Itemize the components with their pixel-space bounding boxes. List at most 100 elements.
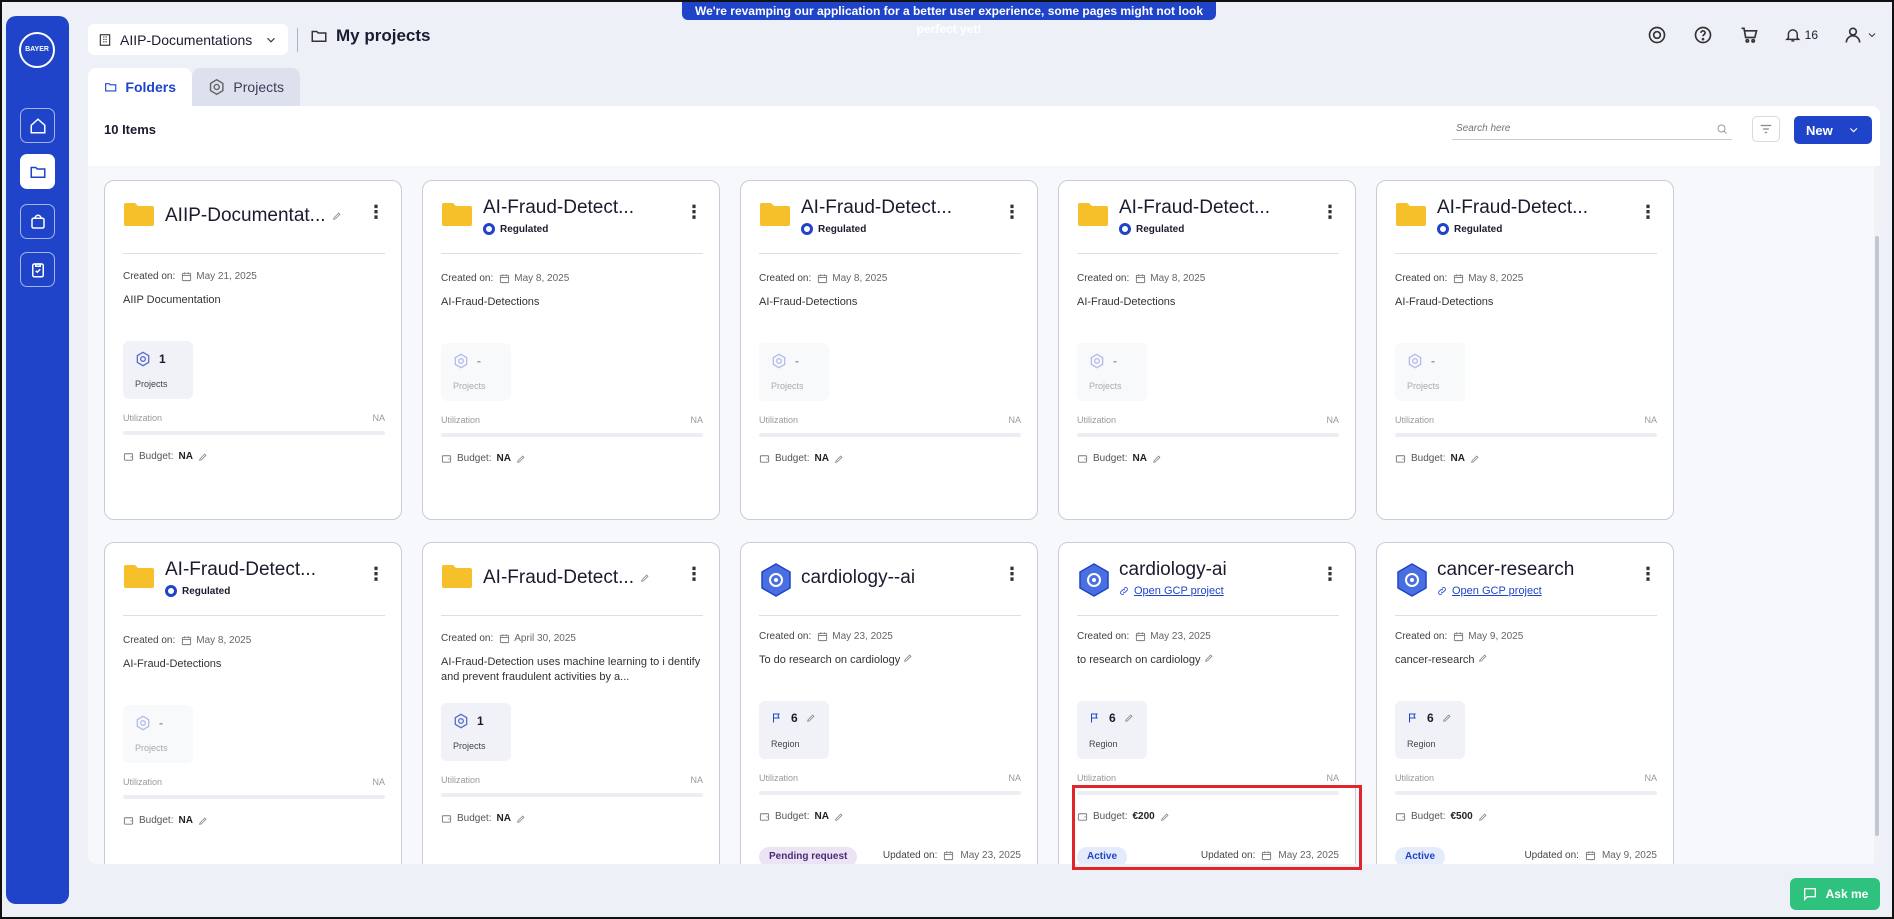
scrollbar[interactable] [1874, 166, 1880, 864]
budget-value: NA [496, 453, 511, 464]
edit-icon[interactable] [1160, 812, 1170, 822]
edit-icon[interactable] [198, 452, 208, 462]
regulated-label: Regulated [1437, 223, 1502, 235]
more-options-icon[interactable]: ⋮ [1003, 565, 1021, 583]
created-on: Created on: May 23, 2025 [759, 631, 893, 642]
more-options-icon[interactable]: ⋮ [1639, 565, 1657, 583]
more-options-icon[interactable]: ⋮ [685, 203, 703, 221]
bayer-logo[interactable]: BAYER [19, 32, 55, 68]
card-type-icon [759, 563, 793, 602]
created-on-label: Created on: [759, 631, 812, 642]
card-title[interactable]: AI-Fraud-Detect... [1437, 197, 1588, 219]
utilization-value: NA [372, 777, 385, 787]
project-card[interactable]: cardiology--ai ⋮ Created on: May 23, 2025 To… [740, 542, 1038, 864]
edit-icon[interactable] [903, 653, 913, 663]
budget-label: Budget: [457, 813, 492, 824]
more-options-icon[interactable]: ⋮ [367, 203, 385, 221]
open-gcp-link[interactable]: Open GCP project [1437, 585, 1542, 597]
folder-card[interactable]: AI-Fraud-Detect... Regulated ⋮ Created on: M… [740, 180, 1038, 520]
calendar-icon [1454, 274, 1464, 284]
card-description: AI-Fraud-Detections [1077, 295, 1339, 310]
tile-value: - [1431, 354, 1435, 368]
ai-assistant-button[interactable] [1646, 24, 1668, 46]
edit-icon[interactable] [640, 573, 650, 583]
updated-on: Updated on: May 23, 2025 [883, 850, 1021, 861]
filter-button[interactable] [1752, 116, 1780, 142]
card-type-icon [123, 563, 155, 594]
count-tile: - Projects [1395, 343, 1465, 401]
help-button[interactable] [1692, 24, 1714, 46]
folder-card[interactable]: AI-Fraud-Detect... ⋮ Created on: April 30, … [422, 542, 720, 864]
card-title[interactable]: AI-Fraud-Detect... [1119, 197, 1270, 219]
more-options-icon[interactable]: ⋮ [1321, 203, 1339, 221]
new-button-label: New [1806, 122, 1833, 138]
tab-folders[interactable]: Folders [88, 68, 192, 106]
new-button[interactable]: New [1794, 116, 1872, 144]
notifications-count: 16 [1804, 28, 1818, 42]
edit-icon[interactable] [332, 211, 342, 221]
more-options-icon[interactable]: ⋮ [1003, 203, 1021, 221]
header-divider [297, 28, 298, 52]
more-options-icon[interactable]: ⋮ [1639, 203, 1657, 221]
search-icon[interactable] [1716, 123, 1728, 135]
card-header: AI-Fraud-Detect... Regulated ⋮ [759, 197, 1021, 237]
card-title[interactable]: AI-Fraud-Detect... [483, 567, 650, 589]
budget-value: NA [1450, 453, 1465, 464]
card-title-text: AI-Fraud-Detect... [801, 197, 952, 218]
created-on-label: Created on: [1395, 631, 1448, 642]
project-card[interactable]: cancer-research Open GCP project ⋮ Created … [1376, 542, 1674, 864]
utilization: Utilization NA [759, 415, 1021, 425]
scrollbar-thumb[interactable] [1875, 236, 1879, 836]
card-title[interactable]: AIIP-Documentat... [165, 205, 342, 227]
created-on: Created on: May 8, 2025 [759, 273, 887, 284]
sidebar-folders[interactable] [20, 154, 55, 189]
card-type-icon [441, 201, 473, 232]
edit-icon[interactable] [1204, 653, 1214, 663]
edit-icon[interactable] [834, 454, 844, 464]
edit-icon[interactable] [1478, 812, 1488, 822]
card-divider [759, 615, 1021, 616]
card-header: cardiology-ai Open GCP project ⋮ [1077, 559, 1339, 599]
sidebar-tasks[interactable] [20, 252, 55, 287]
folder-card[interactable]: AIIP-Documentat... ⋮ Created on: May 21, 20… [104, 180, 402, 520]
open-gcp-link[interactable]: Open GCP project [1119, 585, 1224, 597]
edit-icon[interactable] [1442, 713, 1452, 723]
edit-icon[interactable] [834, 812, 844, 822]
sidebar-home[interactable] [20, 108, 55, 143]
folder-card[interactable]: AI-Fraud-Detect... Regulated ⋮ Created on: M… [1058, 180, 1356, 520]
edit-icon[interactable] [1478, 653, 1488, 663]
edit-icon[interactable] [1152, 454, 1162, 464]
card-title[interactable]: cancer-research [1437, 559, 1574, 581]
card-title[interactable]: AI-Fraud-Detect... [165, 559, 316, 581]
workspace-selector[interactable]: AIIP-Documentations [88, 24, 288, 55]
utilization-value: NA [690, 775, 703, 785]
card-title[interactable]: cardiology-ai [1119, 559, 1227, 581]
page-title-text: My projects [336, 26, 431, 45]
folder-card[interactable]: AI-Fraud-Detect... Regulated ⋮ Created on: M… [104, 542, 402, 864]
card-title[interactable]: AI-Fraud-Detect... [801, 197, 952, 219]
created-on: Created on: May 8, 2025 [1077, 273, 1205, 284]
project-card[interactable]: cardiology-ai Open GCP project ⋮ Created on… [1058, 542, 1356, 864]
card-title[interactable]: AI-Fraud-Detect... [483, 197, 634, 219]
folder-card[interactable]: AI-Fraud-Detect... Regulated ⋮ Created on: M… [422, 180, 720, 520]
link-icon [1120, 587, 1128, 595]
user-menu-button[interactable] [1842, 24, 1878, 46]
edit-icon[interactable] [198, 816, 208, 826]
edit-icon[interactable] [516, 454, 526, 464]
notifications-button[interactable]: 16 [1784, 24, 1818, 46]
cart-button[interactable] [1738, 24, 1760, 46]
sidebar-marketplace[interactable] [20, 204, 55, 239]
tab-projects[interactable]: Projects [192, 68, 300, 106]
more-options-icon[interactable]: ⋮ [685, 565, 703, 583]
edit-icon[interactable] [1124, 713, 1134, 723]
edit-icon[interactable] [1470, 454, 1480, 464]
edit-icon[interactable] [516, 814, 526, 824]
card-title[interactable]: cardiology--ai [801, 567, 915, 589]
folder-card[interactable]: AI-Fraud-Detect... Regulated ⋮ Created on: M… [1376, 180, 1674, 520]
regulated-text: Regulated [818, 223, 867, 235]
ask-me-button[interactable]: Ask me [1790, 878, 1880, 910]
edit-icon[interactable] [806, 713, 816, 723]
search-input[interactable] [1456, 123, 1716, 134]
more-options-icon[interactable]: ⋮ [1321, 565, 1339, 583]
more-options-icon[interactable]: ⋮ [367, 565, 385, 583]
